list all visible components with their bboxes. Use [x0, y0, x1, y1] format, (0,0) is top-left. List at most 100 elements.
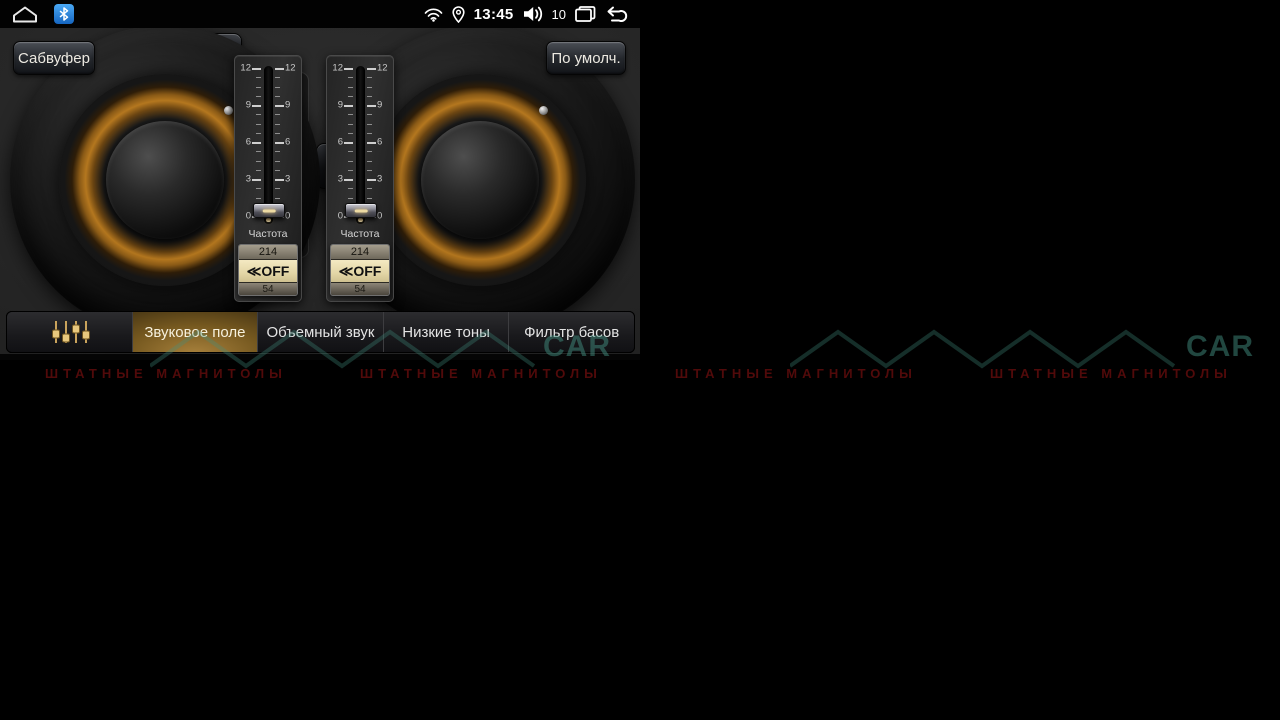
tab-low-tones[interactable]: Низкие тоны [383, 312, 509, 352]
volume-icon [523, 6, 547, 22]
scale-tick [348, 124, 353, 125]
scale-label: 3 [236, 174, 251, 185]
scale-label: 6 [328, 137, 343, 148]
subwoofer-channel-panel[interactable]: 121299663300Частота214≪OFF54 [326, 55, 394, 302]
scale-tick [275, 87, 280, 88]
scale-tick [348, 198, 353, 199]
slider-fill [358, 218, 363, 222]
bluetooth-icon[interactable] [54, 4, 74, 24]
quad-split-head-unit-screen: 13:4510 Стандарт Полный звук Настройки П… [0, 0, 1280, 720]
scale-label: 6 [377, 137, 392, 148]
scale-tick [348, 170, 353, 171]
scale-tick [275, 198, 280, 199]
wifi-icon [424, 7, 443, 22]
scale-tick [275, 188, 280, 189]
frequency-label: Частота [327, 228, 393, 240]
scale-label: 0 [377, 211, 392, 222]
scale-tick [348, 161, 353, 162]
scale-tick [275, 151, 280, 152]
tab-equalizer[interactable] [7, 312, 132, 352]
scale-tick [275, 68, 284, 70]
scale-tick [275, 142, 284, 144]
scale-tick [367, 133, 372, 134]
picker-item-below: 54 [331, 282, 389, 295]
scale-label: 0 [328, 211, 343, 222]
scale-label: 12 [328, 63, 343, 74]
tab-sound-field[interactable]: Звуковое поле [132, 312, 258, 352]
scale-tick [367, 170, 372, 171]
speaker-screw [539, 106, 548, 115]
scale-tick [275, 124, 280, 125]
frequency-picker[interactable]: 214≪OFF54 [238, 244, 298, 296]
scale-tick [256, 188, 261, 189]
scale-label: 0 [285, 211, 300, 222]
scale-tick [256, 198, 261, 199]
bottom-strip [0, 354, 640, 360]
scale-tick [275, 96, 280, 97]
scale-tick [275, 170, 280, 171]
scale-tick [367, 77, 372, 78]
frequency-label: Частота [235, 228, 301, 240]
bottom-tab-bar: Звуковое полеОбъемный звукНизкие тоныФил… [6, 311, 635, 353]
scale-label: 9 [285, 100, 300, 111]
scale-label: 12 [236, 63, 251, 74]
scale-tick [275, 179, 284, 181]
scale-tick [252, 105, 261, 107]
tab-surround-sound[interactable]: Объемный звук [257, 312, 383, 352]
picker-item-selected[interactable]: ≪OFF [331, 260, 389, 282]
speaker-dome [421, 121, 539, 239]
scale-tick [252, 68, 261, 70]
scale-tick [256, 87, 261, 88]
scale-label: 6 [236, 137, 251, 148]
scale-label: 6 [285, 137, 300, 148]
scale-tick [348, 133, 353, 134]
scale-tick [367, 198, 372, 199]
subwoofer-title-button[interactable]: Сабвуфер [13, 41, 95, 75]
recents-button[interactable] [575, 6, 596, 22]
picker-item-above: 214 [239, 245, 297, 260]
scale-label: 12 [285, 63, 300, 74]
scale-tick [348, 77, 353, 78]
frequency-picker[interactable]: 214≪OFF54 [330, 244, 390, 296]
scale-tick [367, 96, 372, 97]
scale-tick [275, 105, 284, 107]
scale-tick [367, 151, 372, 152]
scale-tick [367, 142, 376, 144]
volume-level: 10 [552, 7, 566, 22]
scale-tick [256, 151, 261, 152]
scale-tick [367, 161, 372, 162]
scale-tick [256, 124, 261, 125]
scale-tick [367, 188, 372, 189]
scale-tick [252, 142, 261, 144]
location-icon [452, 6, 465, 23]
scale-tick [348, 114, 353, 115]
back-button[interactable] [605, 6, 628, 22]
scale-tick [344, 179, 353, 181]
scale-tick [348, 188, 353, 189]
watermark-text: ШТАТНЫЕ МАГНИТОЛЫ [675, 366, 917, 381]
scale-tick [256, 114, 261, 115]
scale-tick [348, 96, 353, 97]
home-button[interactable] [12, 6, 38, 23]
scale-label: 0 [236, 211, 251, 222]
scale-tick [348, 151, 353, 152]
watermark-logo: CAR [1186, 330, 1254, 364]
scale-label: 3 [377, 174, 392, 185]
scale-tick [367, 179, 376, 181]
speaker-dome [106, 121, 224, 239]
subwoofer-slider-handle[interactable] [345, 203, 377, 218]
watermark-text: ШТАТНЫЕ МАГНИТОЛЫ [360, 366, 602, 381]
scale-tick [256, 133, 261, 134]
scale-tick [275, 161, 280, 162]
subwoofer-channel-panel[interactable]: 121299663300Частота214≪OFF54 [234, 55, 302, 302]
watermark-text: ШТАТНЫЕ МАГНИТОЛЫ [990, 366, 1232, 381]
picker-item-selected[interactable]: ≪OFF [239, 260, 297, 282]
tab-bass-filter[interactable]: Фильтр басов [508, 312, 634, 352]
picker-item-below: 54 [239, 282, 297, 295]
scale-tick [256, 96, 261, 97]
sub-default-button[interactable]: По умолч. [546, 41, 626, 75]
scale-tick [275, 133, 280, 134]
scale-label: 9 [236, 100, 251, 111]
subwoofer-slider-handle[interactable] [253, 203, 285, 218]
scale-tick [344, 105, 353, 107]
